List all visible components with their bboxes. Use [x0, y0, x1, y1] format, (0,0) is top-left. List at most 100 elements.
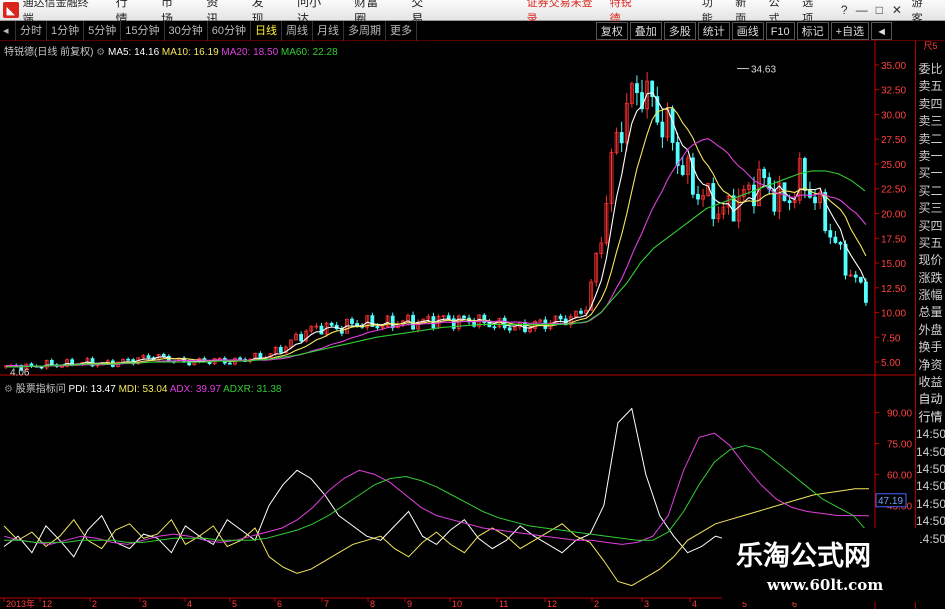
price-tick-label: 5.00 — [881, 358, 901, 369]
side-panel-header: 尺5 — [923, 41, 938, 51]
price-tick-label: 12.50 — [881, 284, 906, 295]
candle-body — [619, 132, 624, 144]
side-item[interactable]: 委比 — [916, 61, 945, 78]
side-item[interactable]: 外盘 — [916, 322, 945, 339]
candle-body — [227, 362, 232, 365]
price-tick-label: 15.00 — [881, 259, 906, 270]
x-tick-label: 4 — [692, 599, 697, 609]
x-tick-label: 2 — [594, 599, 599, 609]
candle-body — [680, 165, 685, 175]
side-item[interactable]: 买三 — [916, 200, 945, 217]
side-item[interactable]: 净资 — [916, 357, 945, 374]
candle-body — [787, 200, 792, 204]
candles — [4, 71, 868, 372]
x-tick-label: 8 — [370, 599, 375, 609]
low-label: 4.06 — [10, 367, 30, 378]
ma10-label: MA10: 16.19 — [161, 47, 219, 58]
x-tick-label: 5 — [232, 599, 237, 609]
candle-body — [696, 193, 700, 200]
side-item[interactable]: 现价 — [916, 252, 945, 269]
side-item[interactable]: 卖一 — [916, 148, 945, 165]
price-tick-label: 30.00 — [881, 110, 906, 121]
x-tick-label: 3 — [644, 599, 649, 609]
candle-body — [161, 354, 166, 357]
candle-body — [49, 359, 54, 366]
x-tick-label: 10 — [452, 599, 462, 609]
candle-body — [446, 315, 451, 320]
candle-body — [126, 358, 131, 361]
ma5-label: MA5: 14.16 — [107, 47, 160, 58]
x-tick-label: 9 — [407, 599, 412, 609]
side-item[interactable]: 14:50 — [916, 478, 945, 495]
candle-body — [355, 323, 359, 326]
side-item[interactable]: 换手 — [916, 339, 945, 356]
candle-body — [767, 177, 772, 190]
x-tick-label: 7 — [324, 599, 329, 609]
side-item[interactable]: 涨幅 — [916, 287, 945, 304]
mdi-label: MDI: 53.04 — [118, 384, 168, 395]
pdi-label: PDI: 13.47 — [68, 384, 116, 395]
x-tick-label: 12 — [42, 599, 52, 609]
side-item[interactable]: 卖四 — [916, 96, 945, 113]
candle-body — [813, 196, 817, 204]
candle-body — [329, 322, 334, 326]
candle-body — [635, 83, 639, 94]
candle-body — [411, 314, 415, 330]
main-legend: 特锐德(日线 前复权) ⚙ MA5: 14.16 MA10: 16.19 MA2… — [4, 43, 338, 58]
price-tick-label: 17.50 — [881, 234, 906, 245]
side-item[interactable]: 买四 — [916, 218, 945, 235]
candle-body — [319, 325, 324, 335]
price-tick-label: 35.00 — [881, 61, 906, 72]
side-item[interactable]: 14:50 — [916, 444, 945, 461]
side-item[interactable]: 买五 — [916, 235, 945, 252]
side-item[interactable]: 总量 — [916, 304, 945, 321]
side-item[interactable]: 14:50 — [916, 531, 945, 548]
watermark-url: www.60lt.com — [767, 576, 884, 594]
side-item[interactable]: 买一 — [916, 165, 945, 182]
x-tick-label: 3 — [142, 599, 147, 609]
side-item[interactable]: 卖五 — [916, 78, 945, 95]
side-item[interactable]: 14:50 — [916, 461, 945, 478]
candle-body — [833, 236, 838, 243]
candle-body — [299, 334, 304, 342]
x-tick-label: 12 — [547, 599, 557, 609]
candle-body — [828, 230, 833, 238]
candle-body — [258, 353, 263, 359]
axis-labels: 35.0032.5030.0027.5025.0022.5020.0017.50… — [6, 61, 912, 609]
candle-body — [762, 168, 767, 179]
candle-body — [390, 315, 395, 329]
ma20-label: MA20: 18.50 — [221, 47, 279, 58]
candle-body — [492, 326, 497, 329]
indicator-gear-icon[interactable]: ⚙ — [4, 384, 13, 395]
quote-side-panel[interactable]: 尺5 委比 卖五 卖四 卖三 卖二 卖一 买一 买二 买三 买四 买五 现价 涨跌 涨幅 总量 外盘 换手 净资收… — [915, 41, 945, 609]
kline-chart[interactable]: 35.0032.5030.0027.5025.0022.5020.0017.50… — [0, 0, 945, 609]
side-item[interactable]: 买二 — [916, 183, 945, 200]
side-item[interactable]: 自动 — [916, 391, 945, 408]
side-item[interactable]: 涨跌 — [916, 270, 945, 287]
x-tick-label: 2013年 — [6, 598, 35, 609]
side-item[interactable]: 14:50 — [916, 426, 945, 443]
side-item[interactable]: 14:50 — [916, 513, 945, 530]
candle-body — [278, 346, 283, 353]
candle-body — [752, 184, 756, 207]
candle-body — [864, 281, 868, 303]
side-item[interactable]: 卖二 — [916, 131, 945, 148]
watermark-cn: 乐淘公式网 — [736, 541, 871, 572]
candle-body — [507, 327, 512, 331]
side-item[interactable]: 卖三 — [916, 113, 945, 130]
candle-body — [579, 310, 583, 314]
candle-body — [711, 183, 716, 220]
high-label: 34.63 — [751, 65, 776, 76]
price-tick-label: 7.50 — [881, 333, 901, 344]
side-item[interactable]: 14:50 — [916, 496, 945, 513]
settings-gear-icon[interactable]: ⚙ — [96, 47, 105, 58]
candle-body — [375, 326, 380, 329]
ma5-line — [5, 91, 867, 368]
ma60-label: MA60: 22.28 — [280, 47, 338, 58]
indicator-name[interactable]: 股票指标问 — [16, 384, 66, 395]
candle-body — [350, 318, 354, 324]
side-item[interactable]: 收益 — [916, 374, 945, 391]
side-item[interactable]: 行情 — [916, 409, 945, 426]
stock-chart-name: 特锐德(日线 前复权) — [4, 47, 94, 58]
ma-lines — [5, 91, 867, 368]
